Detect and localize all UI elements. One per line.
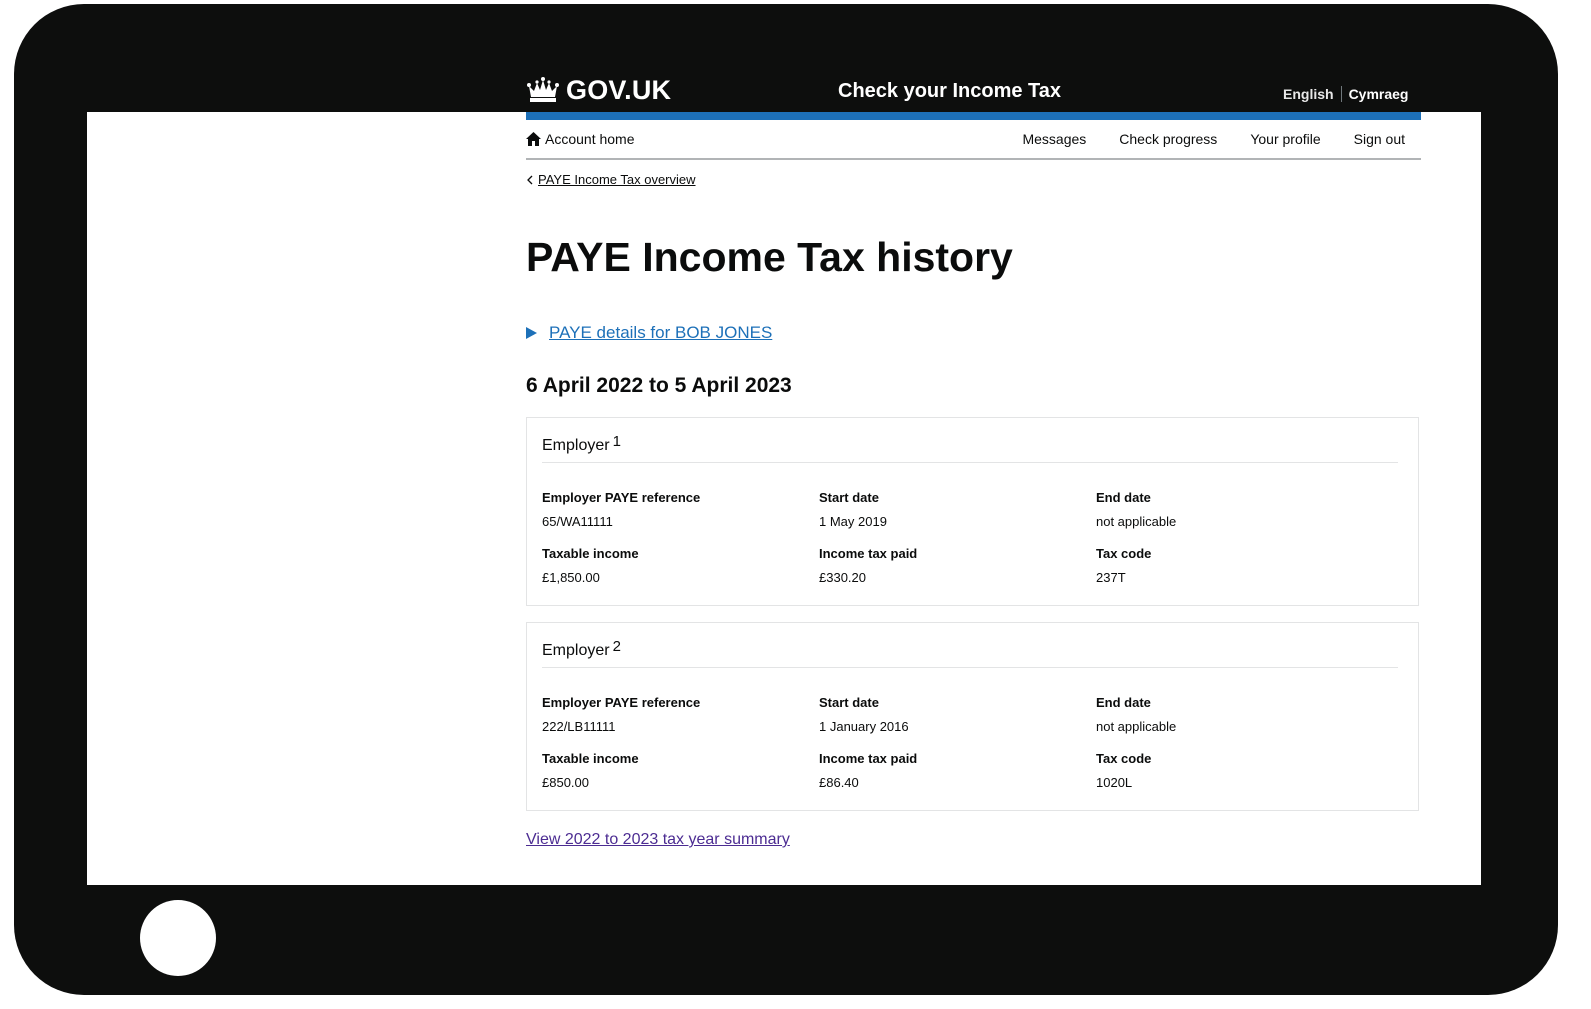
field-label: Tax code	[1096, 546, 1152, 561]
employer-title: Employer	[542, 642, 610, 659]
field-label: End date	[1096, 695, 1151, 710]
crown-icon	[527, 77, 559, 102]
home-button[interactable]	[140, 900, 216, 976]
field-value: £86.40	[819, 775, 859, 790]
field-label: Tax code	[1096, 751, 1152, 766]
header-blue-bar	[526, 112, 1421, 120]
service-name[interactable]: Check your Income Tax	[838, 78, 1061, 104]
income-tax-paid-field: Income tax paid £86.40	[819, 751, 917, 791]
tax-year-heading: 6 April 2022 to 5 April 2023	[526, 374, 792, 397]
field-value: £850.00	[542, 775, 589, 790]
page-title: PAYE Income Tax history	[526, 234, 1013, 280]
employer-card-title: Employer 1	[542, 432, 621, 456]
field-value: not applicable	[1096, 514, 1177, 529]
field-value: £1,850.00	[542, 570, 600, 585]
start-date-field: Start date 1 January 2016	[819, 695, 909, 735]
employer-card: Employer 1 Employer PAYE reference 65/WA1…	[526, 417, 1419, 606]
paye-reference-field: Employer PAYE reference 65/WA11111	[542, 490, 700, 530]
income-tax-paid-field: Income tax paid £330.20	[819, 546, 917, 586]
language-english: English	[1283, 86, 1334, 102]
end-date-field: End date not applicable	[1096, 490, 1176, 530]
field-label: Taxable income	[542, 751, 639, 766]
field-value: 1 May 2019	[819, 514, 887, 529]
field-value: 1 January 2016	[819, 719, 909, 734]
employer-number: 2	[612, 638, 621, 655]
chevron-left-icon	[527, 175, 533, 185]
govuk-logo[interactable]: GOV.UK	[566, 74, 671, 106]
nav-messages[interactable]: Messages	[1022, 130, 1086, 148]
employer-title: Employer	[542, 437, 610, 454]
field-label: End date	[1096, 490, 1151, 505]
tax-code-field: Tax code 237T	[1096, 546, 1151, 586]
account-nav: Account home Messages Check progress You…	[526, 120, 1421, 160]
back-link[interactable]: PAYE Income Tax overview	[526, 172, 696, 188]
language-toggle: English Cymraeg	[1283, 85, 1408, 103]
nav-sign-out[interactable]: Sign out	[1354, 130, 1405, 148]
triangle-right-icon	[526, 327, 537, 339]
field-value: not applicable	[1096, 719, 1177, 734]
tax-year-summary-link[interactable]: View 2022 to 2023 tax year summary	[526, 830, 790, 850]
nav-check-progress[interactable]: Check progress	[1119, 130, 1217, 148]
field-label: Income tax paid	[819, 751, 918, 766]
taxable-income-field: Taxable income £850.00	[542, 751, 639, 791]
paye-reference-field: Employer PAYE reference 222/LB11111	[542, 695, 700, 735]
paye-details-label: PAYE details for BOB JONES	[549, 323, 773, 342]
field-value: 1020L	[1096, 775, 1133, 790]
account-home-link[interactable]: Account home	[526, 130, 635, 148]
tax-code-field: Tax code 1020L	[1096, 751, 1151, 791]
account-nav-links: Messages Check progress Your profile Sig…	[1022, 130, 1405, 148]
employer-card-title: Employer 2	[542, 637, 621, 661]
end-date-field: End date not applicable	[1096, 695, 1176, 735]
nav-your-profile[interactable]: Your profile	[1250, 130, 1320, 148]
card-divider	[542, 667, 1398, 668]
paye-details-toggle[interactable]: PAYE details for BOB JONES	[526, 322, 772, 344]
home-icon	[526, 132, 541, 146]
field-value: £330.20	[819, 570, 866, 585]
taxable-income-field: Taxable income £1,850.00	[542, 546, 639, 586]
field-value: 222/LB11111	[542, 719, 616, 734]
language-separator	[1340, 86, 1342, 102]
field-label: Taxable income	[542, 546, 639, 561]
field-value: 65/WA11111	[542, 514, 613, 529]
account-home-label: Account home	[545, 131, 635, 147]
field-label: Income tax paid	[819, 546, 918, 561]
field-label: Employer PAYE reference	[542, 695, 701, 710]
field-label: Start date	[819, 695, 879, 710]
language-cymraeg[interactable]: Cymraeg	[1349, 85, 1409, 103]
start-date-field: Start date 1 May 2019	[819, 490, 887, 530]
field-label: Employer PAYE reference	[542, 490, 701, 505]
card-divider	[542, 462, 1398, 463]
field-label: Start date	[819, 490, 879, 505]
employer-card: Employer 2 Employer PAYE reference 222/LB…	[526, 622, 1419, 811]
back-link-label: PAYE Income Tax overview	[538, 172, 696, 187]
field-value: 237T	[1096, 570, 1126, 585]
employer-number: 1	[612, 433, 621, 450]
